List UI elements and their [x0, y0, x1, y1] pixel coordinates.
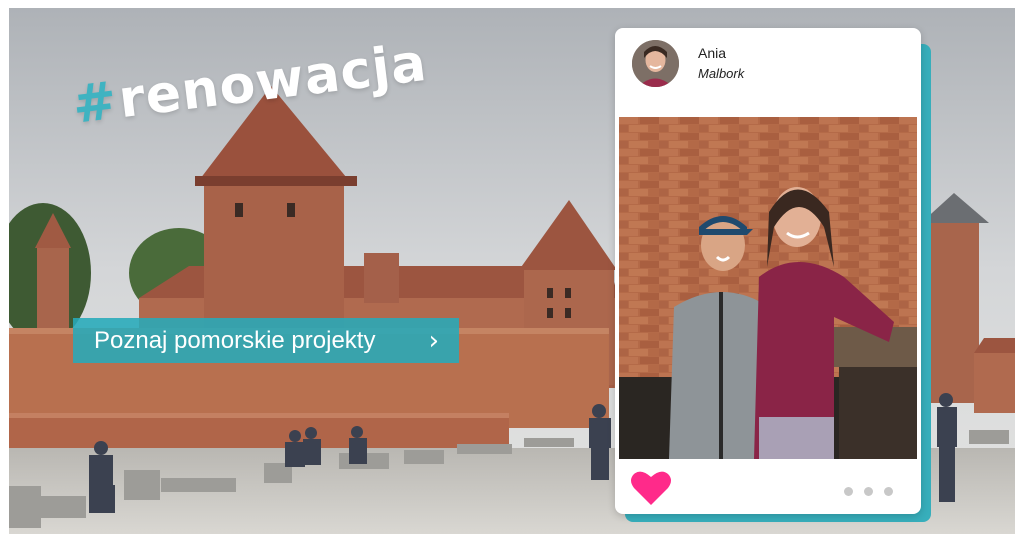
explore-projects-label: Poznaj pomorskie projekty [94, 326, 376, 354]
post-header: Ania Malbork [615, 28, 921, 116]
like-button[interactable] [630, 470, 672, 511]
post-location[interactable]: Malbork [698, 66, 744, 81]
avatar-image [632, 40, 679, 87]
heart-icon [631, 471, 671, 505]
two-women-photo [619, 117, 917, 459]
more-dots-icon [884, 487, 893, 496]
hashtag-symbol: # [69, 70, 121, 136]
more-dots-icon [864, 487, 873, 496]
explore-projects-button[interactable]: Poznaj pomorskie projekty › [73, 318, 459, 363]
social-post-card: Ania Malbork [615, 28, 921, 514]
chevron-right-icon: › [428, 325, 439, 356]
more-dots-icon [844, 487, 853, 496]
more-options-button[interactable] [844, 487, 893, 496]
post-author-name[interactable]: Ania [698, 45, 726, 61]
hero-banner: #renowacja Poznaj pomorskie projekty › A… [9, 8, 1015, 534]
post-photo [619, 117, 917, 459]
avatar[interactable] [632, 40, 679, 87]
